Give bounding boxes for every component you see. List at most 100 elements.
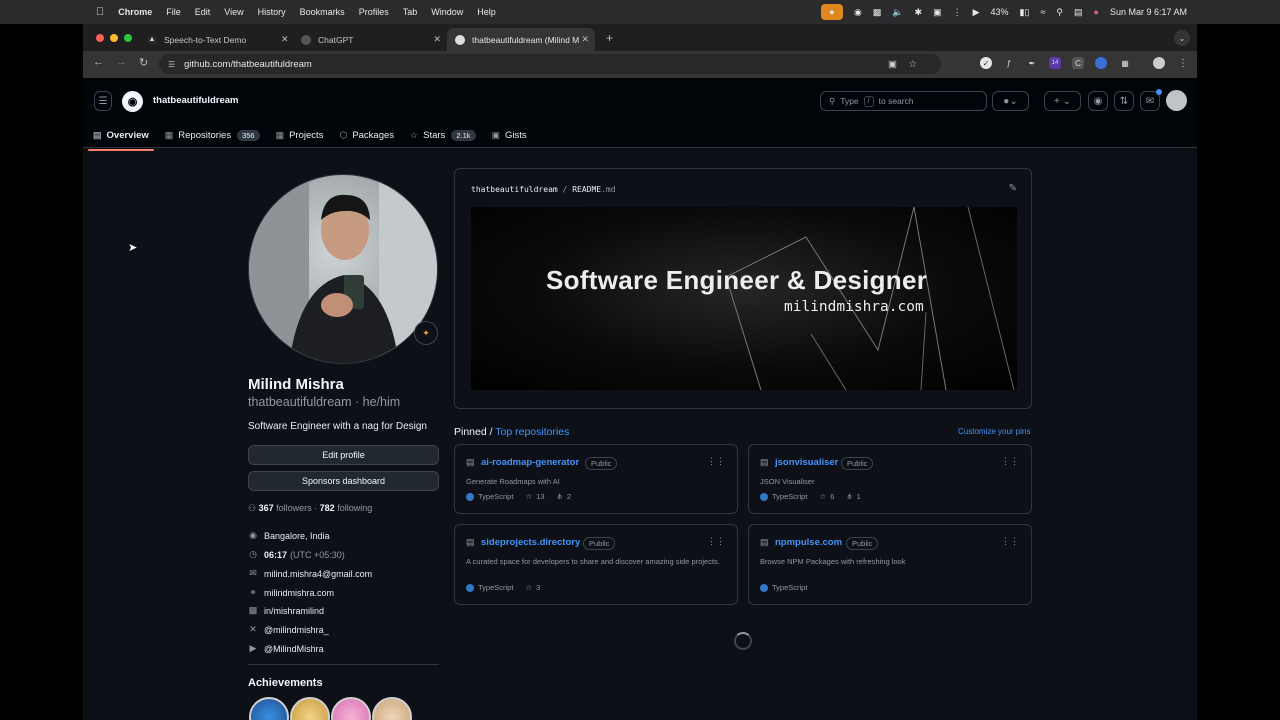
x-link[interactable]: @milindmishra_ — [264, 625, 329, 635]
repo-name-link[interactable]: jsonvisualiser — [775, 457, 838, 468]
email-link[interactable]: milind.mishra4@gmail.com — [264, 569, 372, 579]
menu-profiles[interactable]: Profiles — [359, 7, 389, 17]
tab-stars[interactable]: ☆ Stars 2.1k — [410, 123, 476, 147]
repo-forks[interactable]: 1 — [857, 492, 861, 501]
pinned-repo-card[interactable]: ▤ jsonvisualiser Public ⋮⋮ JSON Visualis… — [748, 444, 1032, 514]
apple-icon[interactable]:  — [96, 6, 104, 18]
followers-count[interactable]: 367 — [259, 503, 274, 513]
sponsors-dashboard-button[interactable]: Sponsors dashboard — [248, 471, 439, 491]
card-icon[interactable]: ▩ — [873, 7, 882, 18]
tab-repositories[interactable]: ▦ Repositories 356 — [165, 123, 260, 147]
tab-packages[interactable]: ⬡ Packages — [339, 123, 394, 147]
menu-window[interactable]: Window — [431, 7, 463, 17]
tab-speech-to-text[interactable]: ▲ Speech-to-Text Demo ◉ — [139, 28, 309, 51]
customize-pins-link[interactable]: Customize your pins — [958, 427, 1030, 436]
achievements-heading[interactable]: Achievements — [248, 677, 323, 689]
drag-handle-icon[interactable]: ⋮⋮ — [1001, 536, 1019, 547]
extension-icon[interactable]: ✓ — [980, 57, 992, 69]
close-tab-icon[interactable]: ✕ — [281, 34, 289, 45]
wifi-icon[interactable]: ≈ — [1040, 7, 1045, 17]
play-icon[interactable]: ▶ — [973, 7, 980, 18]
clock-text[interactable]: Sun Mar 9 6:17 AM — [1110, 7, 1187, 17]
search-input[interactable]: ⚲ Type / to search — [820, 91, 987, 111]
extensions-puzzle-icon[interactable]: ▦ — [1119, 57, 1131, 69]
menu-tab[interactable]: Tab — [403, 7, 418, 17]
status-emoji-icon[interactable]: ✦ — [414, 321, 438, 345]
profile-avatar[interactable] — [248, 174, 438, 364]
siri-icon[interactable]: ● — [1094, 7, 1099, 17]
hamburger-menu-icon[interactable]: ☰ — [94, 91, 112, 111]
record-icon[interactable]: ◉ — [854, 7, 862, 18]
control-center-icon[interactable]: ▤ — [1074, 7, 1083, 18]
tab-gists[interactable]: ▣ Gists — [492, 123, 527, 147]
zoom-window-button[interactable] — [124, 34, 132, 42]
menu-bookmarks[interactable]: Bookmarks — [300, 7, 345, 17]
menu-help[interactable]: Help — [477, 7, 496, 17]
install-icon[interactable]: ▣ — [888, 59, 897, 70]
extension-c-icon[interactable]: C — [1072, 57, 1084, 69]
readme-file[interactable]: README — [572, 185, 601, 194]
battery-percent[interactable]: 43% — [991, 7, 1009, 17]
close-tab-icon[interactable]: ✕ — [433, 34, 441, 45]
chrome-menu-icon[interactable]: ⋮ — [1177, 57, 1189, 69]
achievement-yolo-icon[interactable] — [331, 697, 371, 720]
repo-stars[interactable]: 13 — [536, 492, 544, 501]
drag-handle-icon[interactable]: ⋮⋮ — [707, 536, 725, 547]
menu-file[interactable]: File — [166, 7, 181, 17]
issues-icon[interactable]: ◉ — [1088, 91, 1108, 111]
close-tab-icon[interactable]: ✕ — [581, 34, 589, 45]
address-bar[interactable]: ☰ github.com/thatbeautifuldream ▣ ☆ — [159, 54, 941, 74]
microphone-icon[interactable]: ● — [820, 4, 843, 20]
extension-badge-icon[interactable]: 14 — [1049, 57, 1061, 69]
top-repositories-link[interactable]: Top repositories — [495, 426, 569, 438]
drag-handle-icon[interactable]: ⋮⋮ — [1001, 456, 1019, 467]
repo-stars[interactable]: 3 — [536, 583, 540, 592]
forward-arrow-icon[interactable]: → — [116, 56, 127, 68]
user-avatar[interactable] — [1166, 90, 1187, 111]
linkedin-link[interactable]: in/mishramilind — [264, 606, 324, 616]
extension-globe-icon[interactable] — [1095, 57, 1107, 69]
url-text[interactable]: github.com/thatbeautifuldream — [184, 59, 312, 70]
repo-name-link[interactable]: sideprojects.directory — [481, 537, 580, 548]
drag-handle-icon[interactable]: ⋮⋮ — [707, 456, 725, 467]
repo-name-link[interactable]: ai-roadmap-generator — [481, 457, 579, 468]
repo-name-link[interactable]: npmpulse.com — [775, 537, 842, 548]
pinned-repo-card[interactable]: ▤ ai-roadmap-generator Public ⋮⋮ Generat… — [454, 444, 738, 514]
tab-github-profile[interactable]: thatbeautifuldream (Milind M ✕ — [447, 28, 595, 51]
achievement-shark-icon[interactable] — [249, 697, 289, 720]
repo-forks[interactable]: 2 — [567, 492, 571, 501]
create-new-button[interactable]: + ⌄ — [1044, 91, 1081, 111]
menu-view[interactable]: View — [224, 7, 243, 17]
website-link[interactable]: milindmishra.com — [264, 588, 334, 598]
pinned-repo-card[interactable]: ▤ npmpulse.com Public ⋮⋮ Browse NPM Pack… — [748, 524, 1032, 605]
bookmark-star-icon[interactable]: ☆ — [908, 59, 917, 70]
new-tab-button[interactable]: + — [606, 31, 613, 45]
spotlight-icon[interactable]: ⚲ — [1056, 7, 1063, 18]
followers-label[interactable]: followers · — [276, 503, 317, 513]
reload-icon[interactable]: ↻ — [139, 56, 148, 69]
bluetooth-icon[interactable]: ✱ — [915, 7, 923, 18]
close-window-button[interactable] — [96, 34, 104, 42]
edit-profile-button[interactable]: Edit profile — [248, 445, 439, 465]
menu-edit[interactable]: Edit — [195, 7, 211, 17]
minimize-window-button[interactable] — [110, 34, 118, 42]
site-info-icon[interactable]: ☰ — [168, 60, 175, 69]
menu-app-name[interactable]: Chrome — [118, 7, 152, 17]
tab-chatgpt[interactable]: ✕ ChatGPT ✕ — [281, 28, 447, 51]
back-arrow-icon[interactable]: ← — [93, 56, 104, 68]
battery-icon[interactable]: ▮▯ — [1020, 7, 1030, 18]
extension-fx-icon[interactable]: ƒ — [1003, 57, 1015, 69]
extension-pen-icon[interactable]: ✒ — [1026, 57, 1038, 69]
menu-history[interactable]: History — [258, 7, 286, 17]
copilot-button[interactable]: ●⌄ — [992, 91, 1029, 111]
achievement-monkey-icon[interactable] — [290, 697, 330, 720]
tab-overview[interactable]: ▤ Overview — [88, 123, 154, 151]
following-label[interactable]: following — [337, 503, 372, 513]
control-dots-icon[interactable]: ⋮ — [953, 7, 962, 18]
repo-stars[interactable]: 6 — [830, 492, 834, 501]
header-username[interactable]: thatbeautifuldream — [153, 95, 239, 106]
achievement-octocat-icon[interactable] — [372, 697, 412, 720]
youtube-link[interactable]: @MilindMishra — [264, 644, 324, 654]
edit-pencil-icon[interactable]: ✎ — [1009, 183, 1017, 194]
profile-avatar-icon[interactable] — [1153, 57, 1165, 69]
